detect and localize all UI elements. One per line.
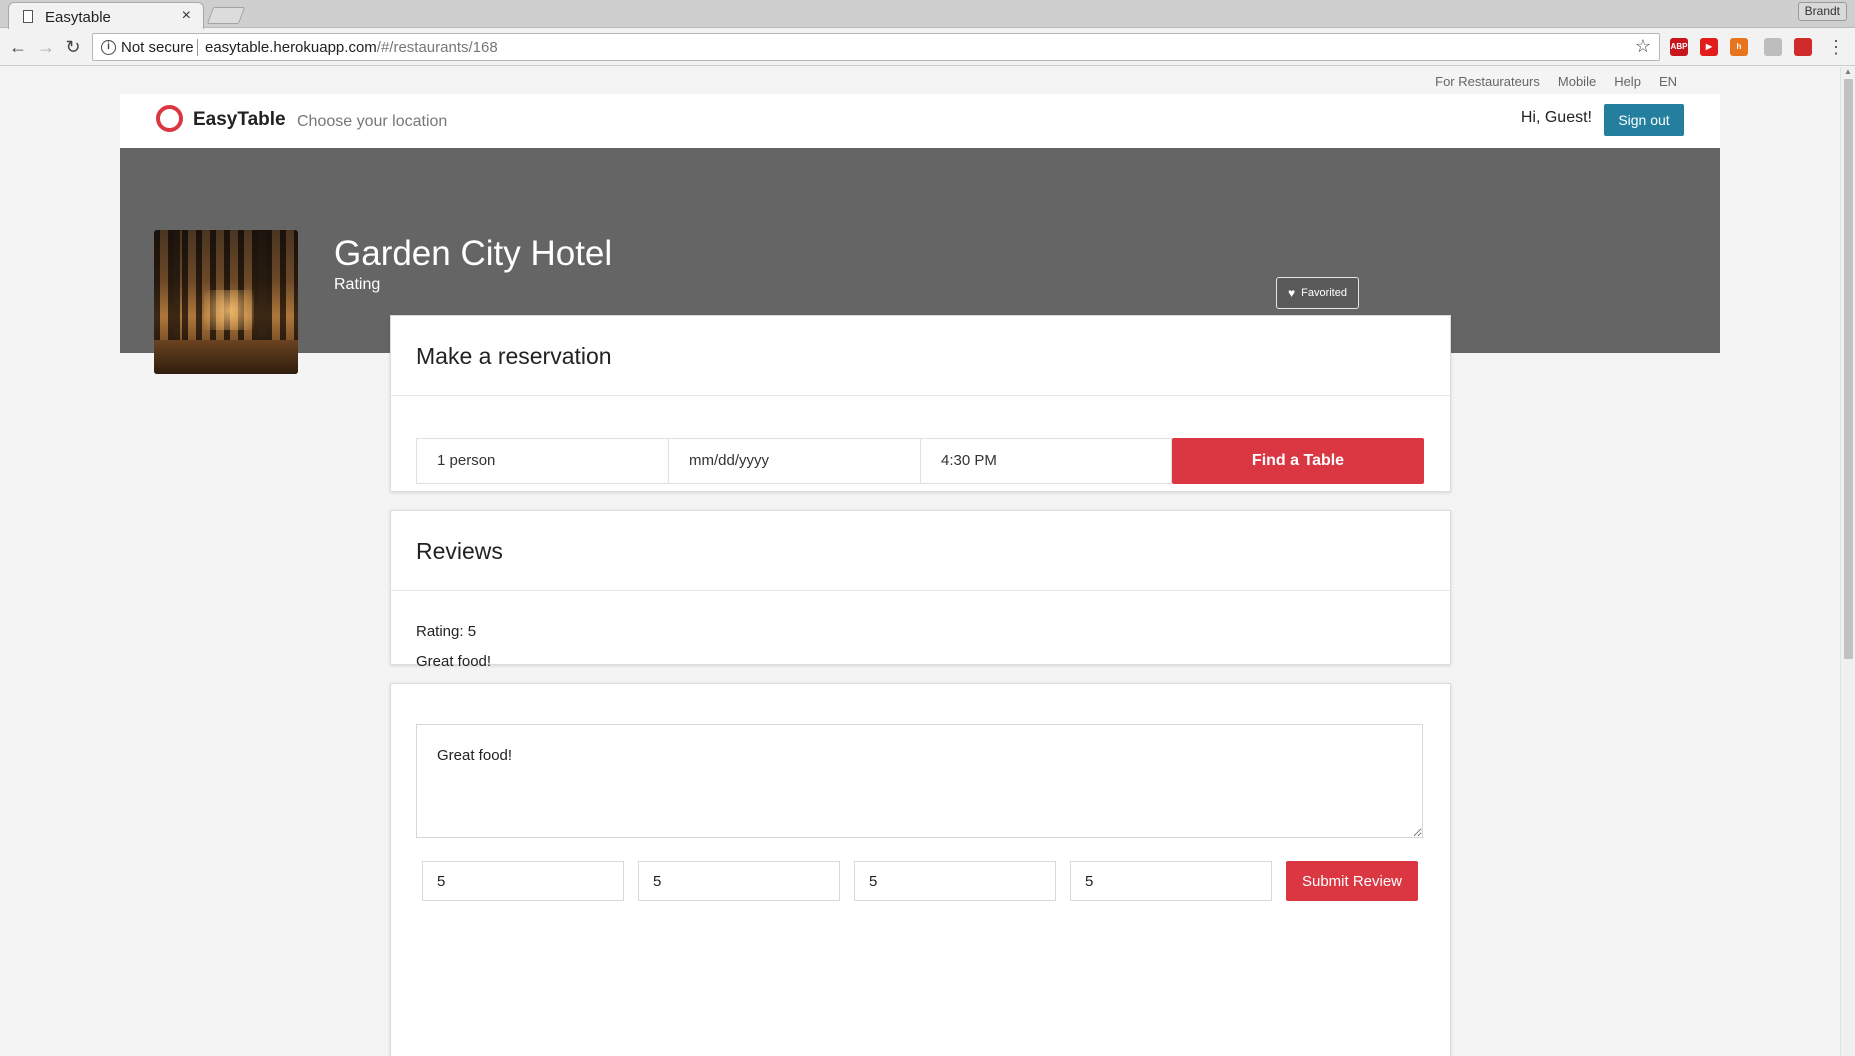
review-rating: Rating: 5: [416, 623, 477, 640]
url-text[interactable]: easytable.herokuapp.com/#/restaurants/16…: [205, 39, 498, 56]
sign-out-button[interactable]: Sign out: [1604, 104, 1684, 136]
time-select[interactable]: 4:30 PM: [920, 438, 1172, 484]
review-textarea[interactable]: Great food!: [416, 724, 1423, 838]
score-input-3[interactable]: [854, 861, 1056, 901]
party-size-select[interactable]: 1 person: [416, 438, 668, 484]
reservation-card: Make a reservation 1 person mm/dd/yyyy 4…: [390, 315, 1451, 492]
security-label: Not secure: [121, 39, 194, 56]
address-bar[interactable]: i Not secure easytable.herokuapp.com/#/r…: [92, 33, 1660, 61]
link-mobile[interactable]: Mobile: [1558, 74, 1596, 89]
restaurant-rating-label: Rating: [334, 276, 381, 293]
link-for-restaurateurs[interactable]: For Restaurateurs: [1435, 74, 1540, 89]
favorite-button[interactable]: ♥ Favorited: [1276, 277, 1359, 309]
heart-icon: ♥: [1288, 286, 1296, 300]
feed-icon[interactable]: h: [1730, 38, 1748, 56]
link-help[interactable]: Help: [1614, 74, 1641, 89]
forward-arrow-icon[interactable]: →: [34, 35, 58, 59]
brand-name[interactable]: EasyTable: [193, 109, 286, 131]
extension-gray-icon[interactable]: [1764, 38, 1782, 56]
adblock-plus-icon[interactable]: ABP: [1670, 38, 1688, 56]
top-links: For Restaurateurs Mobile Help EN: [1435, 74, 1677, 89]
score-input-2[interactable]: [638, 861, 840, 901]
document-icon: [23, 10, 33, 23]
url-path: /#/restaurants/168: [376, 39, 498, 56]
date-input[interactable]: mm/dd/yyyy: [668, 438, 920, 484]
site-header: EasyTable Choose your location Hi, Guest…: [120, 94, 1720, 148]
browser-toolbar: ← → ↻ i Not secure easytable.herokuapp.c…: [0, 29, 1855, 66]
tab-title: Easytable: [45, 9, 111, 26]
new-tab-button[interactable]: [206, 7, 246, 24]
easytable-logo-icon[interactable]: [156, 105, 183, 132]
browser-tab[interactable]: Easytable ×: [8, 2, 204, 29]
page-viewport: For Restaurateurs Mobile Help EN EasyTab…: [0, 67, 1840, 1056]
favorite-label: Favorited: [1301, 287, 1347, 299]
info-icon[interactable]: i: [101, 40, 116, 55]
tab-close-icon[interactable]: ×: [182, 7, 191, 25]
link-language[interactable]: EN: [1659, 74, 1677, 89]
submit-review-button[interactable]: Submit Review: [1286, 861, 1418, 901]
find-table-button[interactable]: Find a Table: [1172, 438, 1424, 484]
review-text: Great food!: [416, 653, 492, 670]
score-input-1[interactable]: [422, 861, 624, 901]
greeting-text: Hi, Guest!: [1520, 109, 1592, 126]
score-input-4[interactable]: [1070, 861, 1272, 901]
location-picker[interactable]: Choose your location: [297, 113, 447, 131]
bookmark-star-icon[interactable]: ☆: [1635, 36, 1651, 57]
reviews-title: Reviews: [391, 511, 1450, 591]
reviews-card: Reviews Rating: 5 Great food!: [390, 510, 1451, 670]
restaurant-name: Garden City Hotel: [334, 234, 613, 273]
photo-detail: [204, 290, 254, 330]
extension-red-icon[interactable]: [1794, 38, 1812, 56]
review-form-card: Great food! Submit Review: [390, 683, 1451, 1056]
page-scrollbar[interactable]: ▲: [1840, 67, 1855, 1056]
review-scores-row: Submit Review: [422, 861, 1418, 901]
scroll-up-icon[interactable]: ▲: [1844, 67, 1852, 76]
youtube-icon[interactable]: ▶: [1700, 38, 1718, 56]
photo-detail: [154, 340, 298, 374]
profile-button[interactable]: Brandt: [1797, 2, 1847, 21]
browser-tabstrip: Easytable × Brandt: [0, 0, 1855, 29]
reservation-form: 1 person mm/dd/yyyy 4:30 PM Find a Table: [416, 438, 1426, 484]
browser-menu-icon[interactable]: ⋮: [1827, 35, 1845, 59]
url-host: easytable.herokuapp.com: [205, 39, 377, 56]
scrollbar-thumb[interactable]: [1844, 79, 1853, 659]
reload-icon[interactable]: ↻: [61, 35, 85, 59]
restaurant-photo: [154, 230, 298, 374]
reservation-title: Make a reservation: [391, 316, 1450, 396]
address-separator: [197, 39, 198, 56]
back-arrow-icon[interactable]: ←: [6, 35, 30, 59]
